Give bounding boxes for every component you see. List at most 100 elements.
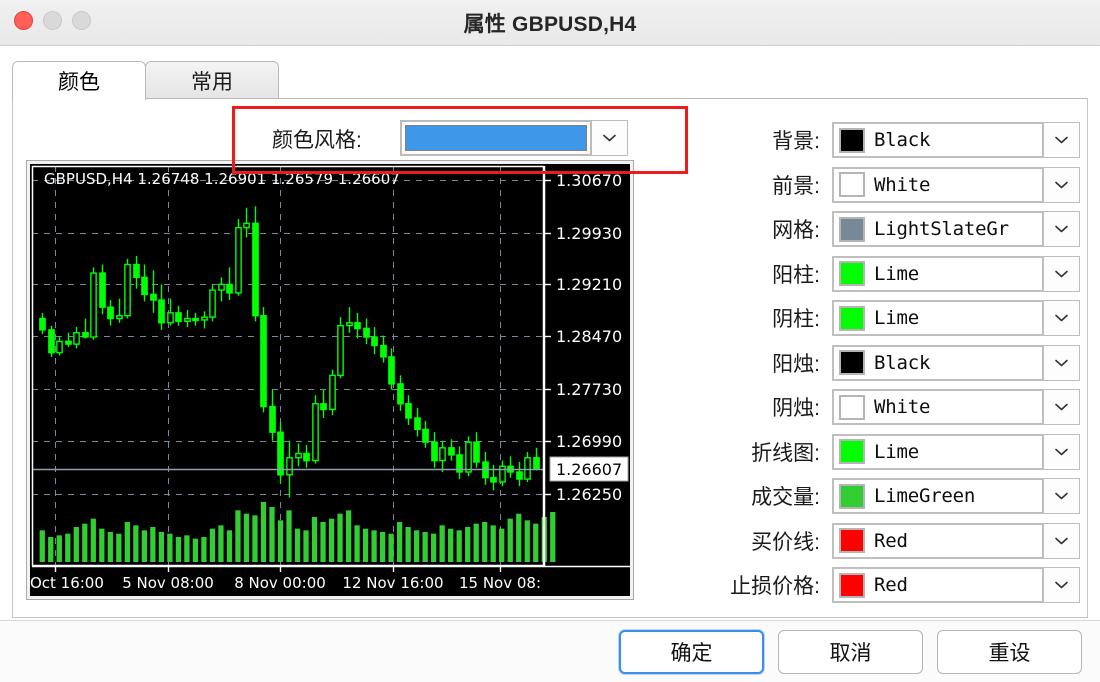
color-value-bid-line: Red: [874, 529, 908, 552]
color-value-bull-candle: Black: [874, 351, 931, 374]
chevron-down-icon: [1055, 136, 1068, 144]
color-row-bear-candle: 阴烛: White: [700, 385, 1080, 430]
chevron-down-icon: [603, 134, 616, 142]
color-label-background: 背景:: [772, 130, 820, 154]
svg-text:1.26250: 1.26250: [556, 485, 622, 504]
color-value-grid: LightSlateGr: [874, 218, 1009, 241]
chevron-down-icon: [1055, 314, 1068, 322]
chevron-down-icon: [1055, 537, 1068, 545]
cancel-button[interactable]: 取消: [778, 629, 923, 674]
color-swatch-grid: [839, 216, 865, 242]
color-dropdown-stop-level[interactable]: Red: [832, 567, 1080, 604]
svg-text:12 Nov 16:00: 12 Nov 16:00: [342, 574, 443, 592]
chart-svg: GBPUSD,H4 1.26748 1.26901 1.26579 1.2660…: [30, 164, 630, 596]
chart-canvas: GBPUSD,H4 1.26748 1.26901 1.26579 1.2660…: [30, 164, 630, 596]
chevron-down-icon: [1055, 181, 1068, 189]
color-field-foreground[interactable]: White: [832, 166, 1044, 203]
chevron-down-icon: [1055, 403, 1068, 411]
color-label-bull-bar: 阳柱:: [772, 263, 820, 287]
color-scheme-selected-swatch: [405, 125, 587, 151]
color-scheme-dropdown-arrow[interactable]: [592, 120, 628, 156]
tab-bar: 颜色 常用: [12, 60, 279, 100]
color-value-bear-bar: Lime: [874, 307, 919, 330]
color-label-bear-bar: 阴柱:: [772, 308, 820, 332]
color-dropdown-line-chart[interactable]: Lime: [832, 433, 1080, 470]
color-label-line-chart: 折线图:: [751, 441, 820, 465]
color-dropdown-arrow-line-chart[interactable]: [1044, 433, 1080, 470]
color-swatch-bear-bar: [839, 305, 865, 331]
color-dropdown-volume[interactable]: LimeGreen: [832, 478, 1080, 515]
color-dropdown-arrow-bull-candle[interactable]: [1044, 344, 1080, 381]
color-value-background: Black: [874, 129, 931, 152]
color-dropdown-arrow-bear-bar[interactable]: [1044, 300, 1080, 337]
color-dropdown-background[interactable]: Black: [832, 122, 1080, 159]
color-row-line-chart: 折线图: Lime: [700, 430, 1080, 475]
color-scheme-field[interactable]: [400, 120, 592, 156]
chevron-down-icon: [1055, 492, 1068, 500]
color-value-foreground: White: [874, 173, 931, 196]
color-settings-list: 背景: Black 前景: White 网格: LightSlateGr 阳柱:…: [700, 118, 1080, 608]
color-field-background[interactable]: Black: [832, 122, 1044, 159]
color-swatch-bid-line: [839, 528, 865, 554]
svg-text:31 Oct 16:00: 31 Oct 16:00: [30, 574, 104, 592]
color-label-bid-line: 买价线:: [751, 530, 820, 554]
color-field-volume[interactable]: LimeGreen: [832, 478, 1044, 515]
color-swatch-line-chart: [839, 439, 865, 465]
tab-colors[interactable]: 颜色: [12, 61, 146, 100]
color-label-volume: 成交量:: [751, 486, 820, 510]
color-field-line-chart[interactable]: Lime: [832, 433, 1044, 470]
color-dropdown-arrow-stop-level[interactable]: [1044, 567, 1080, 604]
color-field-bid-line[interactable]: Red: [832, 522, 1044, 559]
color-dropdown-arrow-foreground[interactable]: [1044, 166, 1080, 203]
color-row-volume: 成交量: LimeGreen: [700, 474, 1080, 519]
tab-common[interactable]: 常用: [145, 61, 279, 100]
reset-button[interactable]: 重设: [937, 629, 1082, 674]
color-row-bull-bar: 阳柱: Lime: [700, 252, 1080, 297]
color-dropdown-bull-bar[interactable]: Lime: [832, 255, 1080, 292]
color-dropdown-arrow-bear-candle[interactable]: [1044, 389, 1080, 426]
chevron-down-icon: [1055, 448, 1068, 456]
color-dropdown-bear-bar[interactable]: Lime: [832, 300, 1080, 337]
color-dropdown-bear-candle[interactable]: White: [832, 389, 1080, 426]
color-dropdown-bull-candle[interactable]: Black: [832, 344, 1080, 381]
color-scheme-dropdown[interactable]: [400, 120, 628, 156]
color-row-bid-line: 买价线: Red: [700, 519, 1080, 564]
tab-seam: [13, 97, 113, 100]
color-swatch-stop-level: [839, 572, 865, 598]
color-field-grid[interactable]: LightSlateGr: [832, 211, 1044, 248]
color-label-stop-level: 止损价格:: [730, 575, 820, 599]
color-field-bear-bar[interactable]: Lime: [832, 300, 1044, 337]
color-field-bull-candle[interactable]: Black: [832, 344, 1044, 381]
color-label-bear-candle: 阴烛:: [772, 397, 820, 421]
color-row-foreground: 前景: White: [700, 163, 1080, 208]
chevron-down-icon: [1055, 225, 1068, 233]
color-dropdown-bid-line[interactable]: Red: [832, 522, 1080, 559]
chart-preview: GBPUSD,H4 1.26748 1.26901 1.26579 1.2660…: [26, 160, 634, 600]
svg-text:5 Nov 08:00: 5 Nov 08:00: [122, 574, 214, 592]
color-dropdown-arrow-grid[interactable]: [1044, 211, 1080, 248]
color-value-line-chart: Lime: [874, 440, 919, 463]
color-swatch-foreground: [839, 172, 865, 198]
svg-text:1.26607: 1.26607: [556, 460, 622, 479]
color-dropdown-arrow-volume[interactable]: [1044, 478, 1080, 515]
color-dropdown-arrow-background[interactable]: [1044, 122, 1080, 159]
color-scheme-label: 颜色风格:: [272, 129, 362, 152]
color-value-volume: LimeGreen: [874, 485, 976, 508]
properties-dialog: 属性 GBPUSD,H4 颜色 常用 颜色风格: GBPUSD,H4 1.267…: [0, 0, 1100, 682]
svg-text:1.29930: 1.29930: [556, 224, 622, 243]
color-row-bull-candle: 阳烛: Black: [700, 341, 1080, 386]
svg-text:1.26990: 1.26990: [556, 432, 622, 451]
color-label-grid: 网格:: [772, 219, 820, 243]
color-field-bull-bar[interactable]: Lime: [832, 255, 1044, 292]
color-dropdown-foreground[interactable]: White: [832, 166, 1080, 203]
color-dropdown-arrow-bid-line[interactable]: [1044, 522, 1080, 559]
color-value-bear-candle: White: [874, 396, 931, 419]
color-dropdown-grid[interactable]: LightSlateGr: [832, 211, 1080, 248]
color-field-stop-level[interactable]: Red: [832, 567, 1044, 604]
color-value-bull-bar: Lime: [874, 262, 919, 285]
svg-text:1.28470: 1.28470: [556, 327, 622, 346]
svg-text:15 Nov 08:: 15 Nov 08:: [459, 574, 541, 592]
ok-button[interactable]: 确定: [619, 629, 764, 674]
color-dropdown-arrow-bull-bar[interactable]: [1044, 255, 1080, 292]
color-field-bear-candle[interactable]: White: [832, 389, 1044, 426]
